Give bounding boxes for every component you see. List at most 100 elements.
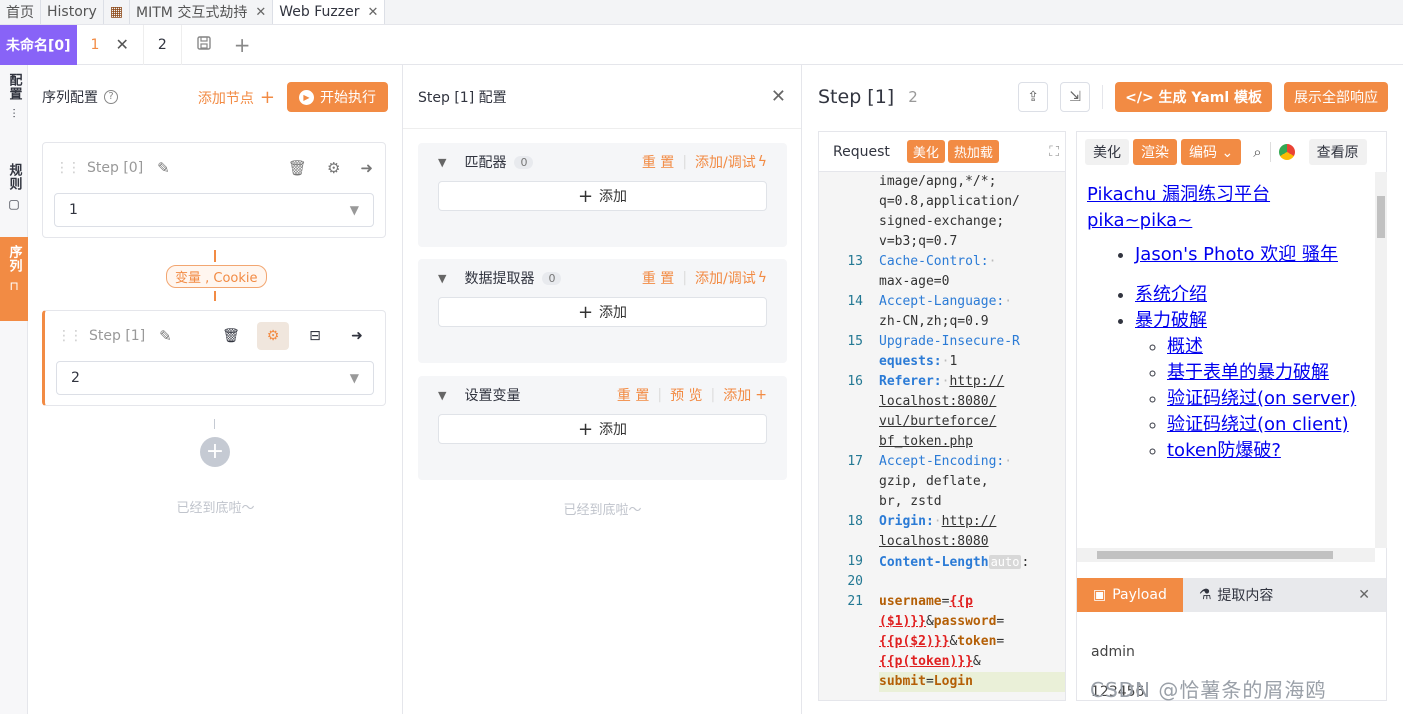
- tab-web-fuzzer[interactable]: Web Fuzzer ✕: [273, 0, 386, 24]
- add-step-button[interactable]: +: [200, 437, 230, 467]
- close-icon[interactable]: ✕: [771, 86, 786, 107]
- drag-handle-icon[interactable]: ⋮⋮: [57, 328, 83, 344]
- response-num: 2: [908, 88, 918, 106]
- edit-icon[interactable]: ✎: [157, 159, 170, 177]
- toggle-icon[interactable]: ⊟: [299, 322, 331, 350]
- sub-tab-2[interactable]: 2: [144, 24, 182, 65]
- page-title-link[interactable]: Pikachu 漏洞练习平台 pika~pika~: [1087, 184, 1270, 231]
- render-button[interactable]: 渲染: [1133, 139, 1177, 165]
- sub-tab-1[interactable]: 1 ✕: [77, 24, 144, 65]
- fullscreen-icon[interactable]: ⛶: [1049, 144, 1059, 160]
- generate-yaml-button[interactable]: </> 生成 Yaml 模板: [1115, 82, 1272, 112]
- add-extractor-button[interactable]: + 添加: [438, 297, 767, 327]
- chevron-down-icon[interactable]: ▼: [438, 389, 446, 402]
- tab-history[interactable]: History: [41, 0, 104, 24]
- chevron-down-icon[interactable]: ▼: [438, 156, 446, 169]
- nav-sub-link[interactable]: 验证码绕过(on server): [1167, 388, 1356, 409]
- url-text[interactable]: vul/burteforce/: [879, 412, 1065, 432]
- tab-home[interactable]: 首页: [0, 0, 41, 24]
- reset-button[interactable]: 重 置: [617, 385, 649, 405]
- photo-link[interactable]: Jason's Photo 欢迎 骚年: [1135, 244, 1338, 265]
- horizontal-scrollbar[interactable]: [1077, 548, 1375, 562]
- sidebar-item-sequence[interactable]: 序列 ⊓: [0, 237, 28, 321]
- sliders-icon: ⫶: [12, 107, 16, 121]
- request-label: Request: [833, 143, 890, 160]
- step-card-0[interactable]: ⋮⋮ Step [0] ✎ 🗑 ⚙ ➜ 1 ▼: [42, 142, 386, 238]
- step-select[interactable]: 2 ▼: [56, 361, 374, 395]
- help-icon[interactable]: ?: [104, 90, 118, 104]
- chevron-down-icon[interactable]: ▼: [438, 272, 446, 285]
- group-label[interactable]: 未命名[0]: [0, 24, 77, 65]
- nav-link[interactable]: 系统介绍: [1135, 284, 1207, 305]
- url-text[interactable]: http://: [949, 374, 1004, 389]
- close-icon[interactable]: ✕: [115, 35, 128, 54]
- scroll-thumb[interactable]: [1097, 551, 1333, 559]
- arrow-right-circle-icon[interactable]: ➜: [341, 322, 373, 350]
- url-text[interactable]: localhost:8080/: [879, 392, 1065, 412]
- url-text[interactable]: bf_token.php: [879, 432, 1065, 452]
- hot-reload-button[interactable]: 热加载: [947, 140, 999, 163]
- sub-tab-1-label: 1: [90, 36, 100, 53]
- url-text[interactable]: http://: [942, 514, 997, 529]
- export-icon[interactable]: ⇲: [1060, 82, 1091, 112]
- step-select[interactable]: 1 ▼: [54, 193, 374, 227]
- step-card-1[interactable]: ⋮⋮ Step [1] ✎ 🗑 ⚙ ⊟ ➜ 2 ▼: [42, 310, 386, 406]
- tab-payload[interactable]: ▣ Payload: [1077, 578, 1183, 612]
- show-all-responses-button[interactable]: 展示全部响应: [1284, 82, 1388, 112]
- search-icon[interactable]: ⌕: [1253, 143, 1261, 161]
- save-icon[interactable]: [196, 35, 212, 55]
- add-debug-button[interactable]: 添加/调试: [695, 152, 756, 172]
- preview-button[interactable]: 预 览: [670, 385, 702, 405]
- url-text[interactable]: localhost:8080: [879, 532, 1065, 552]
- encode-dropdown[interactable]: 编码 ⌄: [1181, 139, 1242, 165]
- add-variable-button[interactable]: 添加: [723, 385, 751, 405]
- step-select-value: 1: [69, 202, 78, 218]
- tab-extract[interactable]: ⚗ 提取内容: [1183, 578, 1290, 612]
- nav-sub-link[interactable]: 验证码绕过(on client): [1167, 414, 1349, 435]
- add-tab-icon[interactable]: +: [234, 33, 251, 57]
- add-variable-bar[interactable]: + 添加: [438, 414, 767, 444]
- variable-tag[interactable]: 变量 , Cookie: [166, 265, 267, 288]
- chrome-icon[interactable]: [1278, 144, 1295, 160]
- view-source-button[interactable]: 查看原: [1308, 139, 1367, 165]
- run-button[interactable]: ▶ 开始执行: [287, 82, 388, 112]
- plus-icon: +: [577, 185, 594, 207]
- beautify-button[interactable]: 美化: [1085, 139, 1129, 165]
- gear-icon[interactable]: ⚙: [257, 322, 289, 350]
- close-icon[interactable]: ✕: [1358, 587, 1370, 603]
- nav-link[interactable]: 暴力破解: [1135, 310, 1207, 331]
- tab-mitm[interactable]: MITM 交互式劫持 ✕: [130, 0, 274, 24]
- beautify-button[interactable]: 美化: [906, 140, 945, 163]
- trash-icon[interactable]: 🗑: [215, 322, 247, 350]
- add-matcher-button[interactable]: + 添加: [438, 181, 767, 211]
- sidebar-item-config[interactable]: 配置 ⫶: [0, 65, 28, 145]
- step-config-header: Step [1] 配置 ✕: [403, 65, 801, 129]
- close-icon[interactable]: ✕: [367, 5, 378, 20]
- request-editor[interactable]: image/apng,*/*; q=0.8,application/ signe…: [819, 172, 1065, 700]
- add-label: 添加: [599, 189, 628, 205]
- sidebar-item-rules[interactable]: 规则 ▢: [0, 155, 28, 235]
- edit-icon[interactable]: ✎: [159, 327, 172, 345]
- nav-sub-link[interactable]: 基于表单的暴力破解: [1167, 362, 1329, 383]
- close-icon[interactable]: ✕: [255, 5, 266, 20]
- top-tab-bar: 首页 History ▦ MITM 交互式劫持 ✕ Web Fuzzer ✕: [0, 0, 1403, 25]
- add-node-button[interactable]: 添加节点 +: [198, 87, 275, 108]
- response-preview-pane: 美化 渲染 编码 ⌄ ⌕ 查看原 Pikachu 漏洞练习平台 pika~pik…: [1076, 131, 1387, 701]
- drag-handle-icon[interactable]: ⋮⋮: [55, 160, 81, 176]
- tab-table-icon[interactable]: ▦: [104, 0, 131, 24]
- share-icon[interactable]: ⇪: [1018, 82, 1049, 112]
- arrow-right-circle-icon[interactable]: ➜: [360, 159, 373, 177]
- trash-icon[interactable]: 🗑: [288, 159, 307, 177]
- nav-sub-link[interactable]: token防爆破?: [1167, 440, 1281, 461]
- run-label: 开始执行: [320, 90, 376, 106]
- reset-button[interactable]: 重 置: [642, 152, 674, 172]
- vertical-scrollbar[interactable]: [1375, 172, 1387, 548]
- sidebar-config-label: 配置: [6, 73, 22, 101]
- scroll-thumb[interactable]: [1377, 196, 1385, 238]
- tab-home-label: 首页: [6, 5, 34, 21]
- reset-button[interactable]: 重 置: [642, 268, 674, 288]
- nav-sub-link[interactable]: 概述: [1167, 336, 1203, 357]
- gear-icon[interactable]: ⚙: [327, 159, 340, 177]
- plus-icon: +: [259, 86, 275, 108]
- add-debug-button[interactable]: 添加/调试: [695, 268, 756, 288]
